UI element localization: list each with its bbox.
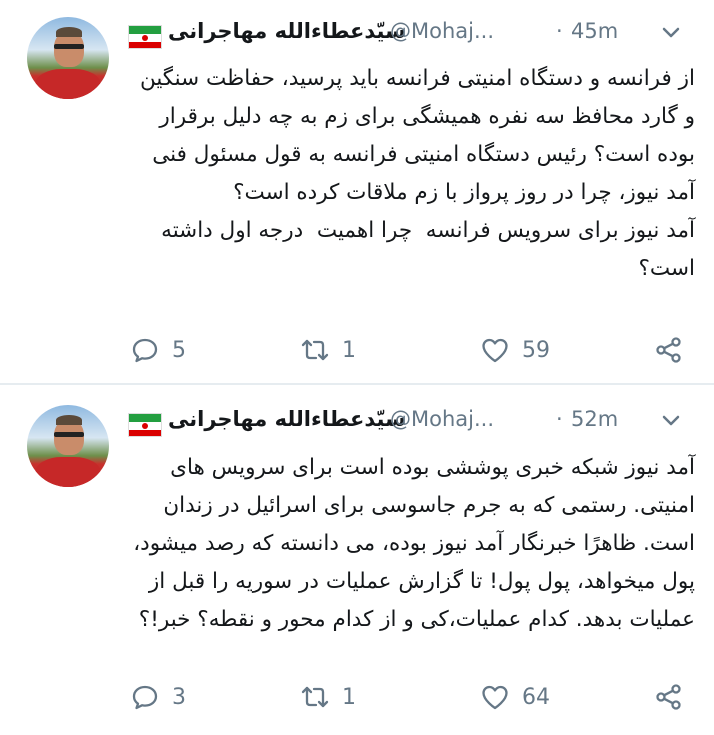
tweet[interactable]: سیّدعطاءالله مهاجرانی @Mohaj... · 52m آم…: [0, 385, 714, 735]
reply-icon: [132, 338, 158, 363]
avatar[interactable]: [27, 17, 109, 99]
separator: ·: [556, 407, 563, 431]
retweet-icon: [301, 686, 329, 708]
retweet-icon: [301, 339, 329, 361]
like-count: 59: [522, 337, 550, 363]
retweet-button[interactable]: 1: [300, 330, 356, 370]
author-handle[interactable]: @Mohaj...: [390, 407, 494, 431]
tweet-header: سیّدعطاءالله مهاجرانی @Mohaj... · 45m: [128, 17, 684, 57]
iran-flag-icon: [128, 25, 162, 49]
retweet-count: 1: [342, 337, 356, 363]
share-icon: [656, 684, 681, 710]
tweet-text: از فرانسه و دستگاه امنیتی فرانسه باید پر…: [139, 66, 695, 281]
avatar[interactable]: [27, 405, 109, 487]
tweet-header: سیّدعطاءالله مهاجرانی @Mohaj... · 52m: [128, 405, 684, 445]
iran-flag-icon: [128, 413, 162, 437]
heart-icon: [482, 338, 508, 363]
share-button[interactable]: [654, 677, 684, 717]
author-handle[interactable]: @Mohaj...: [390, 19, 494, 43]
author-name[interactable]: سیّدعطاءالله مهاجرانی: [168, 407, 406, 431]
like-button[interactable]: 59: [480, 330, 550, 370]
timestamp[interactable]: 45m: [571, 19, 618, 43]
tweet[interactable]: سیّدعطاءالله مهاجرانی @Mohaj... · 45m از…: [0, 0, 714, 383]
author-name[interactable]: سیّدعطاءالله مهاجرانی: [168, 19, 406, 43]
tweet-text: آمد نیوز شبکه خبری پوششی بوده است برای س…: [126, 455, 695, 632]
retweet-count: 1: [342, 684, 356, 710]
reply-button[interactable]: 3: [130, 677, 186, 717]
reply-count: 5: [172, 337, 186, 363]
like-count: 64: [522, 684, 550, 710]
share-button[interactable]: [654, 330, 684, 370]
tweet-actions: 5 1 59: [130, 330, 690, 370]
separator: ·: [556, 19, 563, 43]
reply-count: 3: [172, 684, 186, 710]
timestamp[interactable]: 52m: [571, 407, 618, 431]
tweet-actions: 3 1 64: [130, 677, 690, 717]
share-icon: [656, 337, 681, 363]
retweet-button[interactable]: 1: [300, 677, 356, 717]
chevron-down-icon[interactable]: [656, 17, 686, 47]
chevron-down-icon[interactable]: [656, 405, 686, 435]
reply-icon: [132, 685, 158, 710]
heart-icon: [482, 685, 508, 710]
reply-button[interactable]: 5: [130, 330, 186, 370]
like-button[interactable]: 64: [480, 677, 550, 717]
